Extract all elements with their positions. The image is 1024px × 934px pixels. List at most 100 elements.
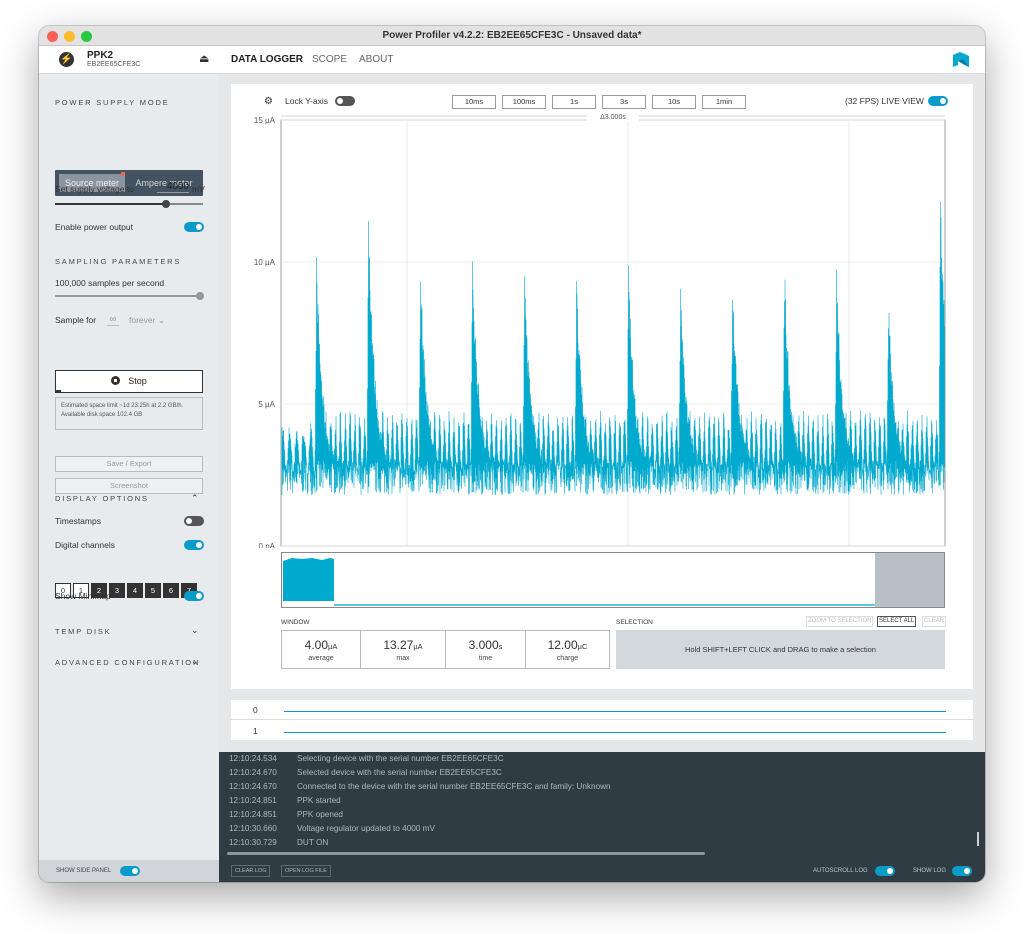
- temp-disk-heading[interactable]: TEMP DISK: [55, 627, 112, 636]
- log-entry: 12:10:24.534 Selecting device with the se…: [229, 754, 504, 763]
- sample-for-unit-select[interactable]: forever ⌄: [129, 315, 165, 326]
- clear-log-button[interactable]: CLEAR LOG: [231, 865, 271, 877]
- close-window-button[interactable]: [47, 31, 58, 42]
- log-vertical-scrollbar[interactable]: [977, 832, 979, 846]
- advanced-configuration-heading[interactable]: ADVANCED CONFIGURATION: [55, 658, 200, 667]
- display-options-heading[interactable]: DISPLAY OPTIONS: [55, 494, 149, 503]
- main-content: ⚙ Lock Y-axis 10ms 100ms 1s 3s 10s 1min …: [219, 74, 985, 860]
- current-chart[interactable]: 15 µA10 µA5 µA0 nAΔ3.000sΔ3.000s: [231, 112, 973, 548]
- lock-y-axis-toggle[interactable]: [335, 96, 355, 106]
- save-export-button[interactable]: Save / Export: [55, 456, 203, 472]
- minimize-window-button[interactable]: [64, 31, 75, 42]
- supply-voltage-slider[interactable]: [55, 200, 203, 208]
- enable-power-output-label: Enable power output: [55, 222, 133, 232]
- chevron-down-icon[interactable]: ⌄: [191, 656, 199, 667]
- log-horizontal-scrollbar[interactable]: [227, 852, 705, 855]
- current-trace: [281, 201, 945, 495]
- y-tick-label: 10 µA: [254, 258, 276, 267]
- open-log-file-button[interactable]: OPEN LOG FILE: [281, 865, 331, 877]
- log-entry: 12:10:24.670 Connected to the device with…: [229, 782, 611, 791]
- supply-voltage-input[interactable]: 4000: [157, 181, 189, 193]
- screenshot-button[interactable]: Screenshot: [55, 478, 203, 494]
- chevron-up-icon[interactable]: ⌃: [191, 493, 199, 504]
- supply-voltage-slider-handle[interactable]: [162, 200, 170, 208]
- minimap-window-handle[interactable]: [875, 553, 944, 607]
- tab-about[interactable]: ABOUT: [359, 54, 393, 65]
- digital-channel-0-trace: [284, 711, 946, 712]
- active-indicator: [121, 172, 125, 176]
- sample-for-label: Sample for: [55, 315, 97, 325]
- space-info: Estimated space limit ~1d 23:25h at 2.2 …: [55, 397, 203, 430]
- eject-icon[interactable]: ⏏: [199, 53, 209, 65]
- show-minimap-label: Show Minimap: [55, 591, 111, 601]
- show-side-panel-toggle[interactable]: [120, 866, 140, 876]
- span-top-label: Δ3.000s: [600, 114, 626, 121]
- window-10s-button[interactable]: 10s: [652, 95, 696, 109]
- gear-icon[interactable]: ⚙: [264, 96, 273, 107]
- clear-selection-button[interactable]: CLEAR: [922, 616, 947, 627]
- digital-channels-label: Digital channels: [55, 540, 116, 550]
- stop-button[interactable]: Stop: [55, 370, 203, 393]
- enable-power-output-toggle[interactable]: [184, 222, 204, 232]
- channel-4-button[interactable]: 4: [127, 583, 143, 598]
- device-name[interactable]: PPK2: [87, 50, 113, 61]
- window-10ms-button[interactable]: 10ms: [452, 95, 496, 109]
- show-minimap-toggle[interactable]: [184, 591, 204, 601]
- tab-scope[interactable]: SCOPE: [312, 54, 347, 65]
- y-tick-label: 0 nA: [259, 542, 276, 548]
- supply-voltage-label: Set supply voltage to: [55, 184, 134, 194]
- live-view-toggle[interactable]: [928, 96, 948, 106]
- supply-voltage-unit: mV: [192, 184, 205, 194]
- nordic-logo-icon: [953, 52, 969, 67]
- window-1min-button[interactable]: 1min: [702, 95, 746, 109]
- channel-6-button[interactable]: 6: [163, 583, 179, 598]
- select-all-button[interactable]: SELECT ALL: [877, 616, 917, 627]
- digital-channel-1-label: 1: [253, 726, 258, 736]
- autoscroll-log-toggle[interactable]: [875, 866, 895, 876]
- log-entry: 12:10:24.670 Selected device with the ser…: [229, 768, 502, 777]
- sampling-parameters-heading: SAMPLING PARAMETERS: [55, 257, 182, 266]
- log-entry: 12:10:24.851 PPK started: [229, 796, 341, 805]
- tab-data-logger[interactable]: DATA LOGGER: [231, 54, 303, 65]
- digital-channel-0-label: 0: [253, 705, 258, 715]
- window-3s-button[interactable]: 3s: [602, 95, 646, 109]
- title-bar: Power Profiler v4.2.2: EB2EE65CFE3C - Un…: [39, 26, 985, 46]
- divider: [231, 719, 973, 720]
- y-tick-label: 5 µA: [258, 400, 275, 409]
- autoscroll-log-label: AUTOSCROLL LOG: [813, 868, 868, 874]
- show-log-toggle[interactable]: [952, 866, 972, 876]
- channel-3-button[interactable]: 3: [109, 583, 125, 598]
- sampling-rate-slider-handle[interactable]: [196, 292, 204, 300]
- log-footer: CLEAR LOG OPEN LOG FILE AUTOSCROLL LOG S…: [219, 860, 985, 882]
- lock-y-axis-label: Lock Y-axis: [285, 96, 328, 106]
- zoom-window-button[interactable]: [81, 31, 92, 42]
- log-entry: 12:10:24.851 PPK opened: [229, 810, 343, 819]
- device-serial: EB2EE65CFE3C: [87, 61, 141, 68]
- selection-hint: Hold SHIFT+LEFT CLICK and DRAG to make a…: [616, 630, 945, 669]
- sampling-rate-slider[interactable]: [55, 292, 204, 300]
- digital-channels-panel: 0 1: [231, 700, 973, 740]
- y-tick-label: 15 µA: [254, 116, 276, 125]
- stop-icon: [111, 376, 121, 385]
- window-100ms-button[interactable]: 100ms: [502, 95, 546, 109]
- show-log-label: SHOW LOG: [913, 868, 947, 874]
- window-title: Power Profiler v4.2.2: EB2EE65CFE3C - Un…: [382, 30, 642, 41]
- selection-stats-heading: SELECTION: [616, 619, 653, 626]
- digital-channels-toggle[interactable]: [184, 540, 204, 550]
- zoom-to-selection-button[interactable]: ZOOM TO SELECTION: [806, 616, 874, 627]
- window-1s-button[interactable]: 1s: [552, 95, 596, 109]
- lightning-icon: ⚡: [59, 52, 74, 67]
- side-panel-footer: SHOW SIDE PANEL: [39, 860, 219, 882]
- window-stats-heading: WINDOW: [281, 619, 310, 626]
- show-side-panel-label: SHOW SIDE PANEL: [56, 868, 112, 874]
- chevron-down-icon[interactable]: ⌄: [191, 625, 199, 636]
- minimap[interactable]: [281, 552, 945, 608]
- log-panel: 12:10:24.534 Selecting device with the se…: [219, 752, 985, 860]
- timestamps-toggle[interactable]: [184, 516, 204, 526]
- stat-time: 3.000s time: [445, 630, 526, 669]
- log-entry: 12:10:30.729 DUT ON: [229, 838, 329, 847]
- minimap-trace: [283, 558, 334, 601]
- chevron-down-icon: ⌄: [157, 315, 165, 325]
- sample-for-input[interactable]: ∞: [107, 314, 119, 326]
- channel-5-button[interactable]: 5: [145, 583, 161, 598]
